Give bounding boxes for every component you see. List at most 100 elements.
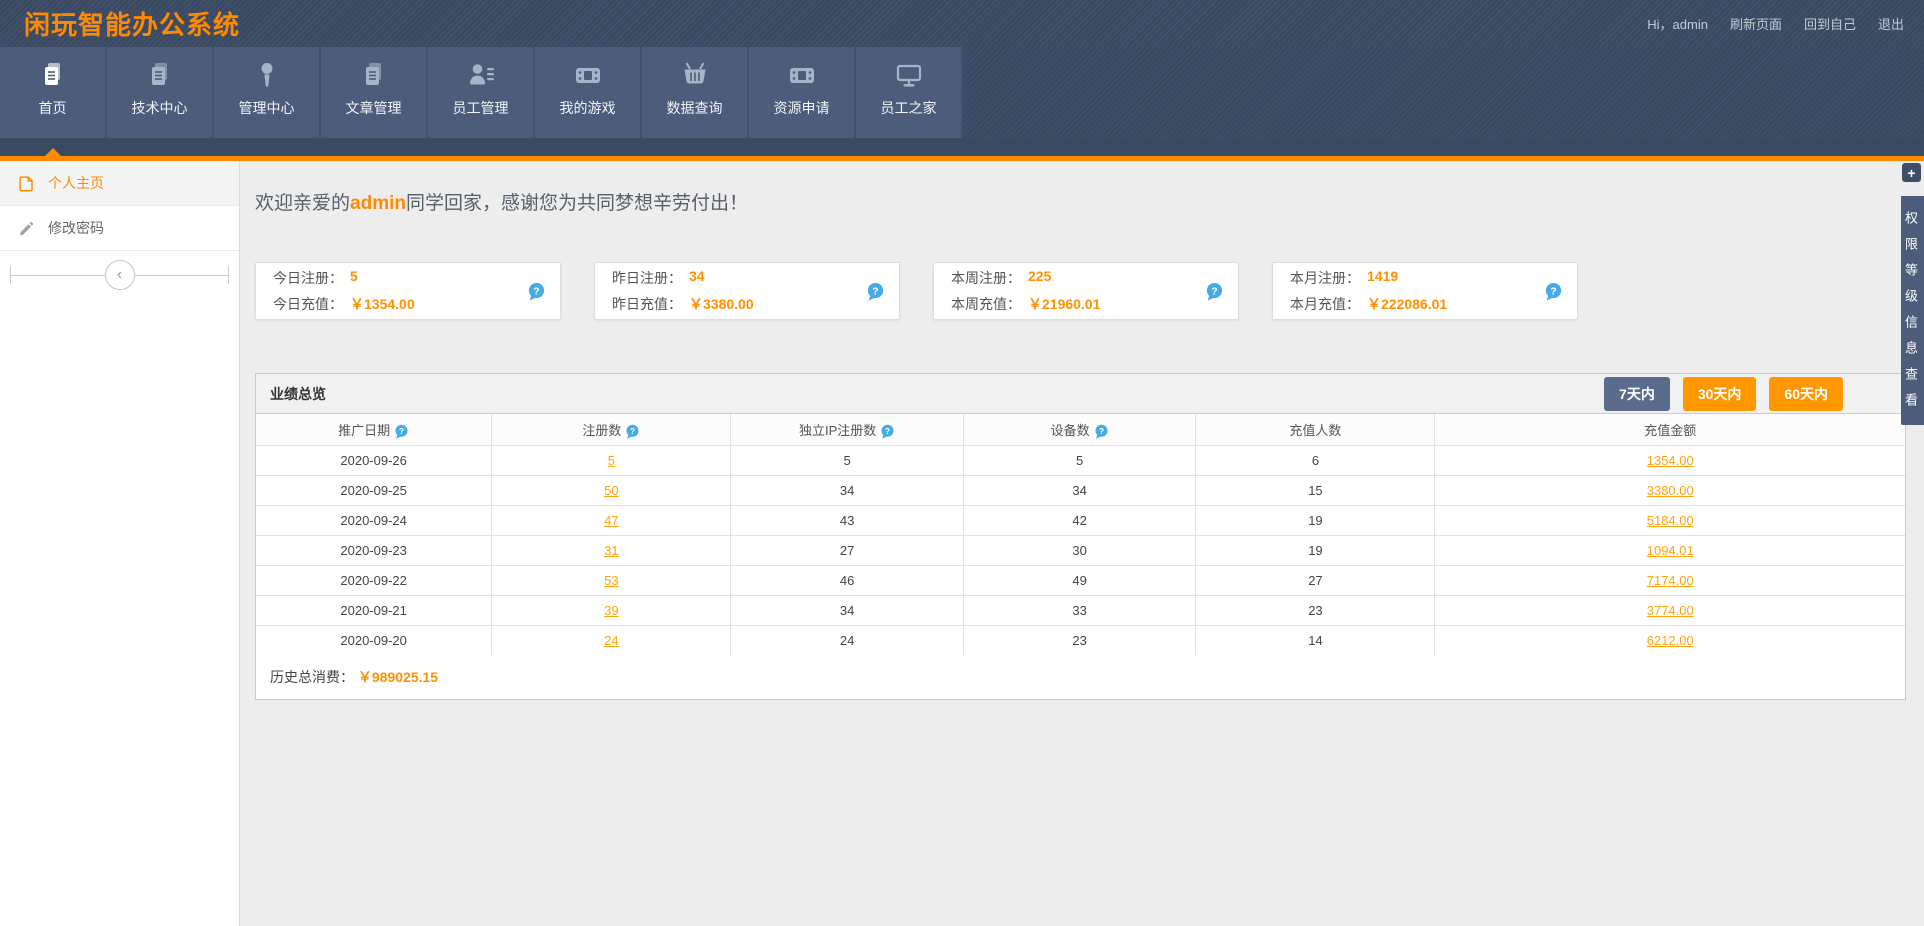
help-icon[interactable]: ? — [394, 424, 409, 439]
svg-text:?: ? — [630, 427, 635, 436]
filter-30-days-button[interactable]: 30天内 — [1683, 377, 1757, 411]
stat-card: 今日注册：5 今日充值：￥1354.00 ? — [255, 262, 561, 320]
nav-item-label: 员工之家 — [881, 98, 937, 118]
svg-text:?: ? — [399, 427, 404, 436]
table-row: 2020-09-20242423146212.00 — [256, 625, 1905, 655]
help-icon[interactable]: ? — [625, 424, 640, 439]
back-to-self-link[interactable]: 回到自己 — [1804, 14, 1856, 33]
collapse-tick — [228, 266, 229, 284]
basket-icon — [680, 60, 710, 90]
table-cell: 24 — [731, 625, 964, 655]
registrations-link[interactable]: 53 — [604, 573, 618, 588]
nav-item-staff-management[interactable]: 员工管理 — [428, 47, 535, 138]
help-icon[interactable]: ? — [1544, 282, 1563, 301]
stat-label: 今日充值： — [273, 294, 343, 314]
stat-card-rows: 本周注册：225 本周充值：￥21960.01 — [951, 268, 1205, 314]
recharge-amount-link[interactable]: 5184.00 — [1647, 513, 1694, 528]
help-icon[interactable]: ? — [880, 424, 895, 439]
table-cell: 1094.01 — [1435, 535, 1905, 565]
performance-panel: 业绩总览 7天内30天内60天内 推广日期? 注册数? 独立IP注册数? 设备数… — [255, 373, 1906, 700]
nav-item-home[interactable]: 首页 — [0, 47, 107, 138]
sidebar-item-personal-home[interactable]: 个人主页 — [0, 161, 239, 206]
nav-item-article-management[interactable]: 文章管理 — [321, 47, 428, 138]
sidebar: 个人主页 修改密码 ‹ — [0, 161, 240, 926]
table-row: 2020-09-21393433233774.00 — [256, 595, 1905, 625]
stat-value: ￥3380.00 — [689, 294, 754, 314]
table-cell: 49 — [963, 565, 1196, 595]
stat-label: 昨日注册： — [612, 268, 682, 288]
permission-level-tab[interactable]: 权限等级信息查看 — [1901, 196, 1924, 425]
table-cell: 23 — [963, 625, 1196, 655]
stat-value: ￥1354.00 — [350, 294, 415, 314]
collapse-sidebar-button[interactable]: ‹ — [105, 260, 135, 290]
svg-text:?: ? — [1550, 286, 1556, 297]
gamepad-icon — [787, 60, 817, 90]
registrations-link[interactable]: 5 — [608, 453, 615, 468]
table-cell: 3380.00 — [1435, 475, 1905, 505]
sidebar-item-change-password[interactable]: 修改密码 — [0, 206, 239, 251]
help-icon[interactable]: ? — [1205, 282, 1224, 301]
nav-item-tech-center[interactable]: 技术中心 — [107, 47, 214, 138]
expand-tab-button[interactable]: + — [1902, 163, 1921, 182]
stat-value: ￥21960.01 — [1028, 294, 1100, 314]
logout-link[interactable]: 退出 — [1878, 14, 1904, 33]
welcome-message: 欢迎亲爱的admin同学回家，感谢您为共同梦想辛劳付出！ — [255, 188, 1906, 215]
refresh-page-link[interactable]: 刷新页面 — [1730, 14, 1782, 33]
nav-item-my-games[interactable]: 我的游戏 — [535, 47, 642, 138]
filter-7-days-button[interactable]: 7天内 — [1604, 377, 1670, 411]
document-icon — [38, 60, 68, 90]
table-cell: 27 — [731, 535, 964, 565]
nav-item-label: 数据查询 — [667, 98, 723, 118]
nav-item-resource-application[interactable]: 资源申请 — [749, 47, 856, 138]
registrations-link[interactable]: 50 — [604, 483, 618, 498]
recharge-amount-link[interactable]: 7174.00 — [1647, 573, 1694, 588]
body-row: 个人主页 修改密码 ‹ 欢迎亲爱的admin同学回家，感谢您为共同梦想辛劳付出！… — [0, 161, 1924, 926]
user-links: Hi，admin刷新页面回到自己退出 — [1647, 14, 1904, 33]
stat-card-rows: 本月注册：1419 本月充值：￥222086.01 — [1290, 268, 1544, 314]
table-cell: 5 — [492, 445, 731, 475]
recharge-amount-link[interactable]: 3774.00 — [1647, 603, 1694, 618]
table-cell: 27 — [1196, 565, 1435, 595]
sidebar-item-label: 个人主页 — [48, 173, 104, 193]
svg-text:?: ? — [533, 286, 539, 297]
column-header: 充值金额 — [1435, 414, 1905, 445]
nav-items: 首页 技术中心 管理中心 文章管理 员工管理 我的游戏 数据查询 资源申请 — [0, 47, 1924, 138]
nav-item-label: 首页 — [39, 98, 67, 118]
table-cell: 19 — [1196, 505, 1435, 535]
stat-label: 本月注册： — [1290, 268, 1360, 288]
main-nav: 首页 技术中心 管理中心 文章管理 员工管理 我的游戏 数据查询 资源申请 — [0, 47, 1924, 161]
table-row: 2020-09-24474342195184.00 — [256, 505, 1905, 535]
filter-60-days-button[interactable]: 60天内 — [1769, 377, 1843, 411]
stat-value: 1419 — [1367, 268, 1398, 288]
registrations-link[interactable]: 47 — [604, 513, 618, 528]
column-header: 充值人数 — [1196, 414, 1435, 445]
table-cell: 43 — [731, 505, 964, 535]
active-tab-caret — [45, 148, 61, 156]
nav-item-staff-home[interactable]: 员工之家 — [856, 47, 963, 138]
help-icon[interactable]: ? — [866, 282, 885, 301]
registrations-link[interactable]: 39 — [604, 603, 618, 618]
table-cell: 46 — [731, 565, 964, 595]
table-cell: 2020-09-25 — [256, 475, 492, 505]
recharge-amount-link[interactable]: 1094.01 — [1647, 543, 1694, 558]
table-cell: 50 — [492, 475, 731, 505]
table-cell: 3774.00 — [1435, 595, 1905, 625]
recharge-amount-link[interactable]: 1354.00 — [1647, 453, 1694, 468]
welcome-suffix: 同学回家，感谢您为共同梦想辛劳付出！ — [406, 193, 748, 214]
registrations-link[interactable]: 24 — [604, 633, 618, 648]
table-cell: 31 — [492, 535, 731, 565]
table-cell: 2020-09-26 — [256, 445, 492, 475]
nav-item-admin-center[interactable]: 管理中心 — [214, 47, 321, 138]
table-cell: 5 — [731, 445, 964, 475]
people-icon — [466, 60, 496, 90]
column-header: 设备数? — [963, 414, 1196, 445]
registrations-link[interactable]: 31 — [604, 543, 618, 558]
recharge-amount-link[interactable]: 6212.00 — [1647, 633, 1694, 648]
table-cell: 30 — [963, 535, 1196, 565]
sidebar-item-label: 修改密码 — [48, 218, 104, 238]
recharge-amount-link[interactable]: 3380.00 — [1647, 483, 1694, 498]
welcome-prefix: 欢迎亲爱的 — [255, 193, 350, 214]
help-icon[interactable]: ? — [1094, 424, 1109, 439]
nav-item-data-query[interactable]: 数据查询 — [642, 47, 749, 138]
help-icon[interactable]: ? — [527, 282, 546, 301]
